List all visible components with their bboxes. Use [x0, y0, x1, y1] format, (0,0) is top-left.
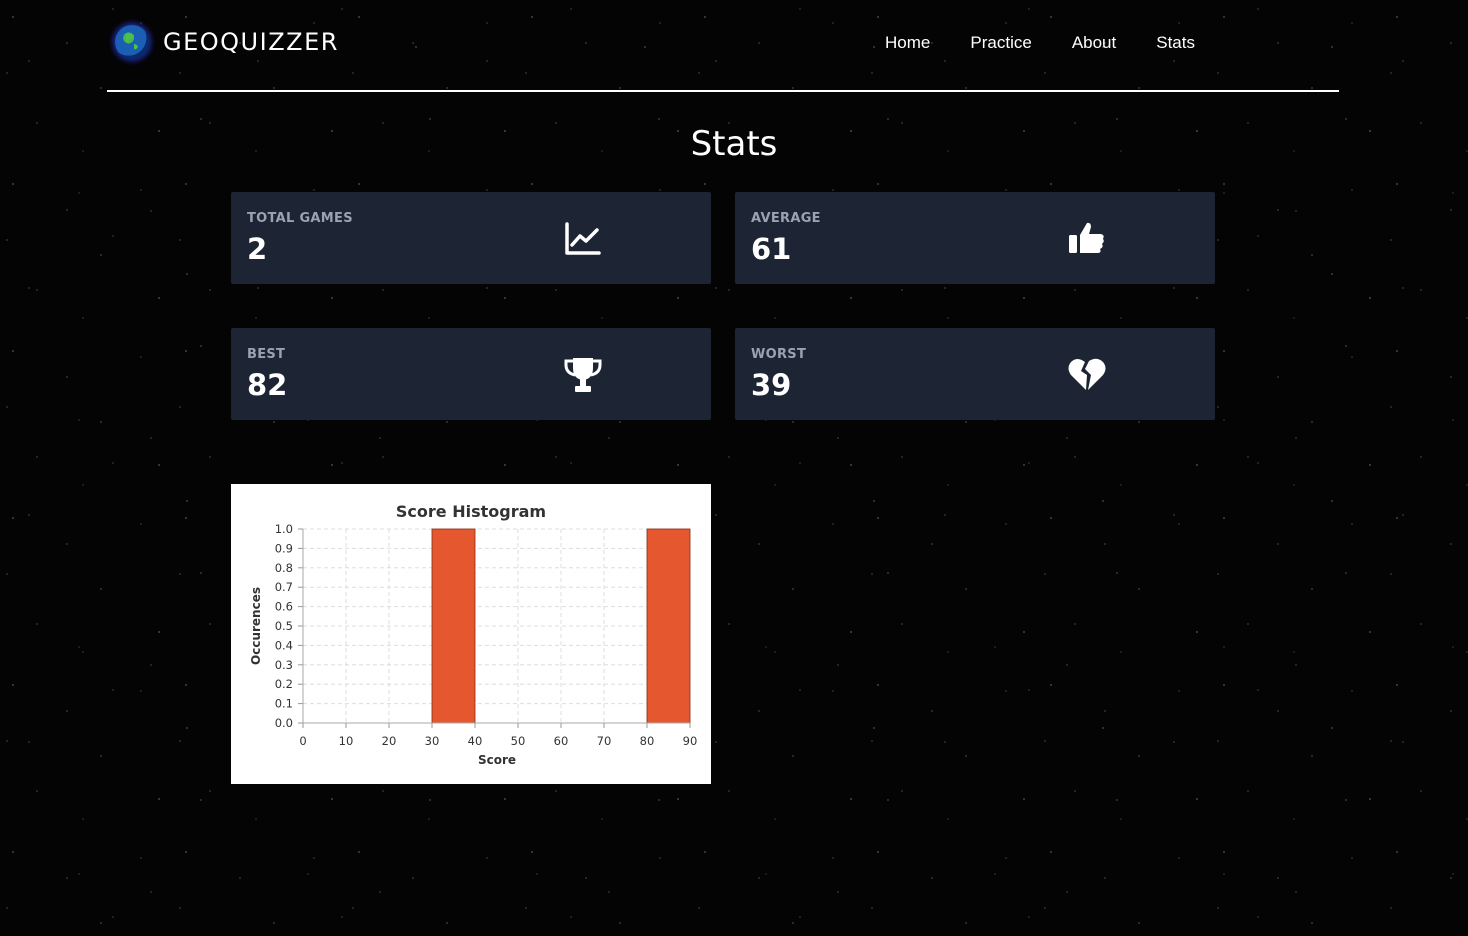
y-axis-ticks: 0.0 0.1 0.2 0.3 0.4 0.5 0.6 0.7 0.8 0.9 1.0 [275, 522, 303, 730]
stat-card-worst: WORST 39 [735, 328, 1215, 420]
x-tick-label: 10 [339, 734, 354, 748]
site-header: GEOQUIZZER Home Practice About Stats [107, 0, 1339, 92]
y-tick-label: 0.6 [275, 600, 293, 614]
y-tick-label: 0.8 [275, 561, 293, 575]
nav-about[interactable]: About [1072, 33, 1116, 53]
globe-icon [115, 25, 149, 59]
x-tick-label: 60 [554, 734, 569, 748]
y-axis-label: Occurences [249, 587, 263, 665]
stat-value: 39 [751, 368, 792, 402]
stat-label: WORST [751, 347, 807, 362]
y-tick-label: 1.0 [275, 522, 293, 536]
y-tick-label: 0.9 [275, 541, 293, 555]
nav-stats[interactable]: Stats [1156, 33, 1195, 53]
brand-name: GEOQUIZZER [163, 28, 339, 56]
chart-title: Score Histogram [396, 502, 546, 521]
x-axis-label: Score [478, 753, 516, 767]
thumbs-up-icon [1069, 222, 1104, 253]
x-tick-label: 90 [683, 734, 698, 748]
nav-practice[interactable]: Practice [970, 33, 1031, 53]
stat-card-best: BEST 82 [231, 328, 711, 420]
stat-value: 2 [247, 232, 268, 266]
y-tick-label: 0.4 [275, 638, 293, 652]
y-tick-label: 0.5 [275, 619, 293, 633]
stat-value: 61 [751, 232, 792, 266]
logo[interactable]: GEOQUIZZER [115, 25, 339, 59]
y-tick-label: 0.2 [275, 677, 293, 691]
broken-heart-icon [1068, 358, 1106, 390]
y-tick-label: 0.1 [275, 697, 293, 711]
y-tick-label: 0.3 [275, 658, 293, 672]
stat-label: TOTAL GAMES [247, 211, 353, 226]
x-tick-label: 80 [640, 734, 655, 748]
score-histogram: Score Histogram 0.0 0.1 0.2 0.3 0.4 0.5 0.6 0.7… [231, 484, 711, 784]
histogram-bar [646, 528, 691, 724]
histogram-chart: Score Histogram 0.0 0.1 0.2 0.3 0.4 0.5 0.6 0.7… [249, 502, 697, 767]
histogram-bar [431, 528, 476, 724]
x-tick-label: 40 [468, 734, 483, 748]
trophy-icon [564, 358, 602, 392]
x-tick-label: 70 [597, 734, 612, 748]
x-tick-label: 30 [425, 734, 440, 748]
stat-label: BEST [247, 347, 286, 362]
main-nav: Home Practice About Stats [885, 33, 1195, 53]
x-axis-ticks: 0 10 20 30 40 50 60 70 80 90 [299, 723, 697, 748]
stat-label: AVERAGE [751, 211, 821, 226]
y-tick-label: 0.7 [275, 580, 293, 594]
chart-grid [302, 528, 691, 724]
line-chart-icon [565, 222, 601, 255]
x-tick-label: 50 [511, 734, 526, 748]
x-tick-label: 20 [382, 734, 397, 748]
nav-home[interactable]: Home [885, 33, 930, 53]
stat-value: 82 [247, 368, 288, 402]
page-title: Stats [690, 124, 778, 164]
x-tick-label: 0 [299, 734, 306, 748]
y-tick-label: 0.0 [275, 716, 293, 730]
stat-card-average: AVERAGE 61 [735, 192, 1215, 284]
stat-card-total-games: TOTAL GAMES 2 [231, 192, 711, 284]
